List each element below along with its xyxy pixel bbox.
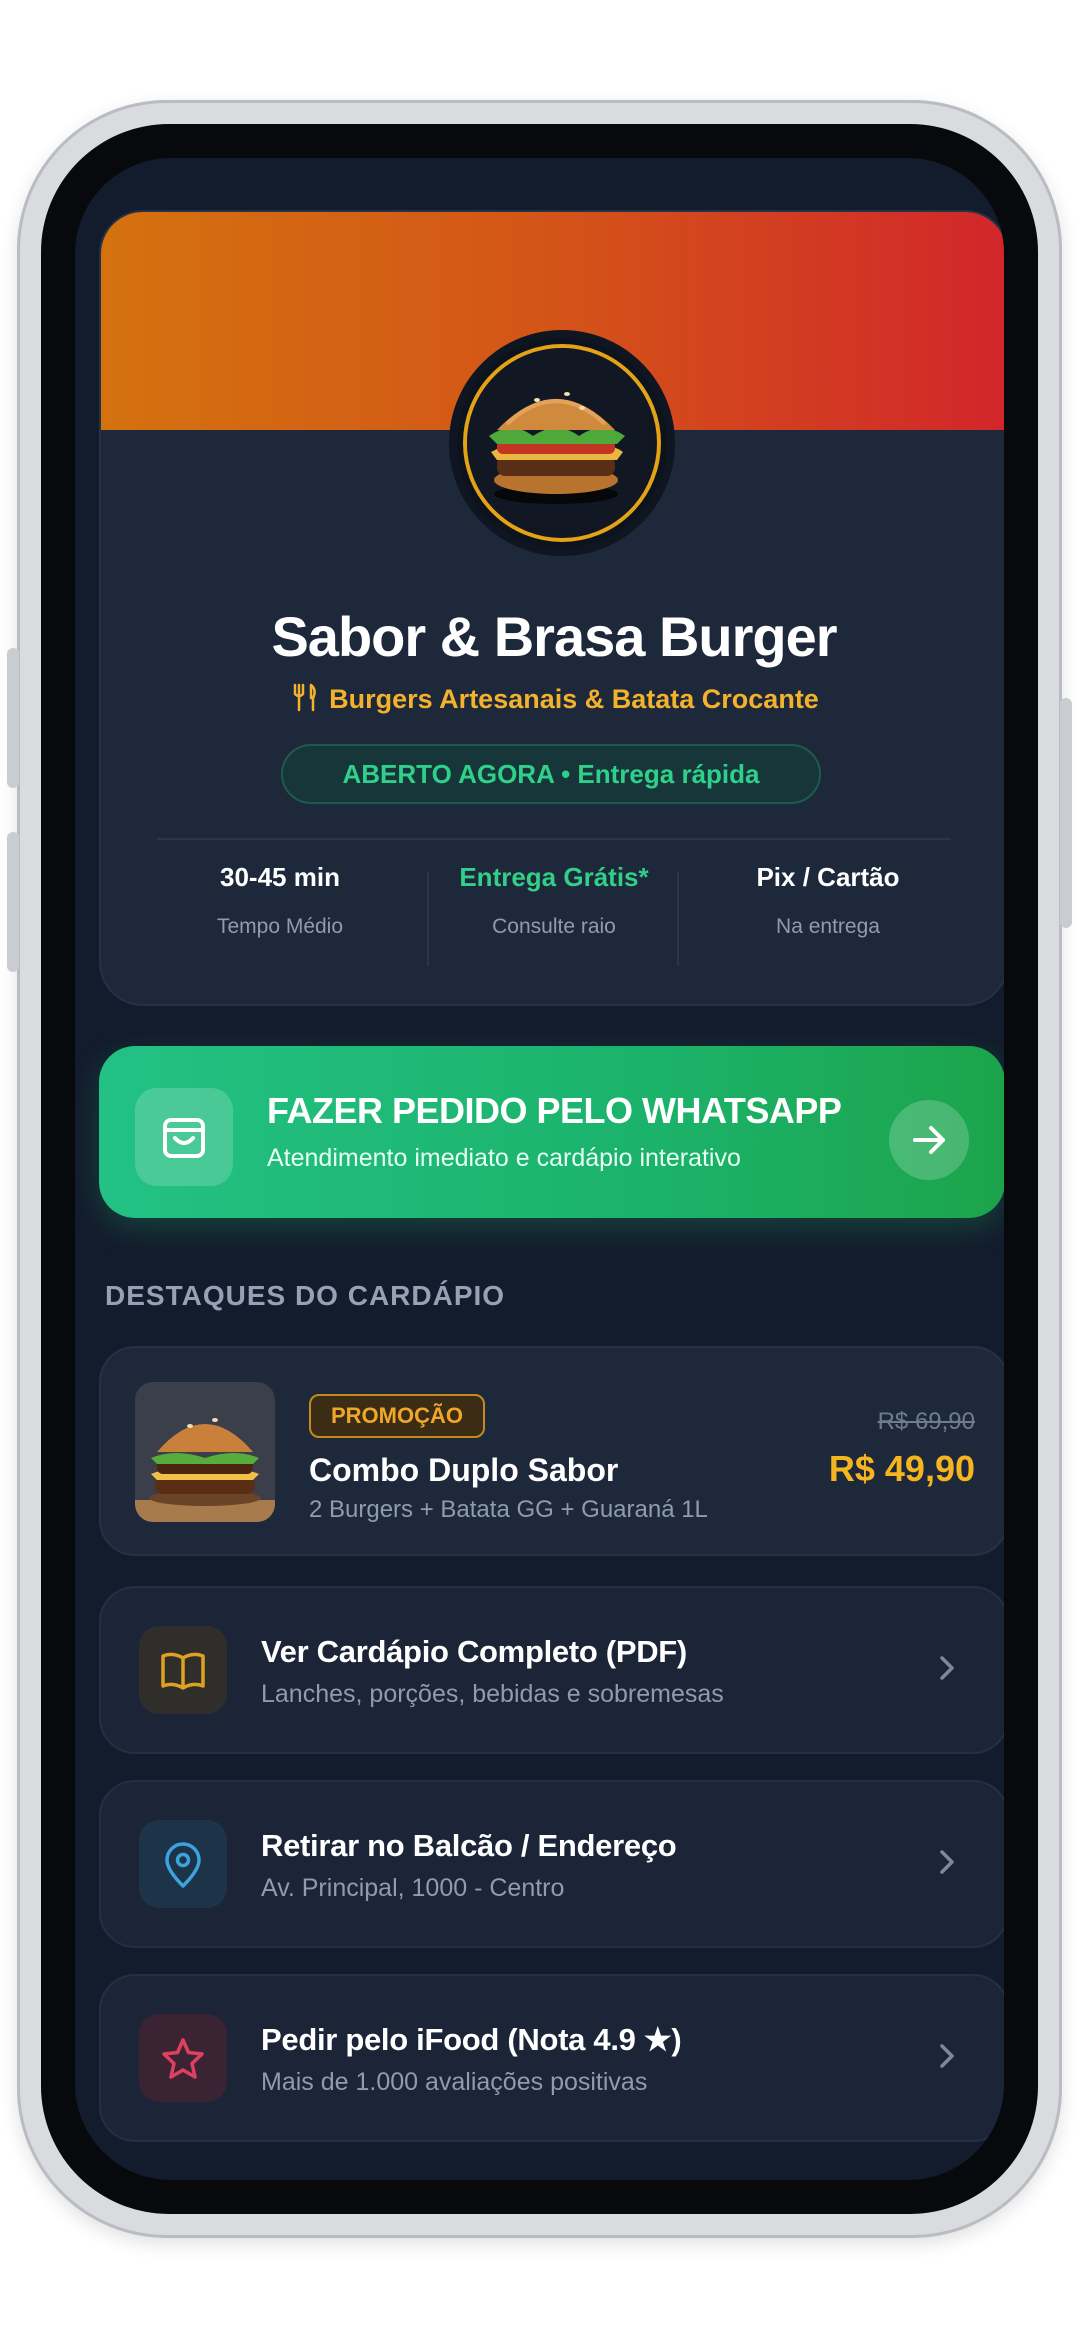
- stat-label: Consulte raio: [492, 915, 616, 938]
- phone-frame: Sabor & Brasa Burger Burgers Artesanais …: [7, 100, 1072, 2238]
- link-subtitle: Mais de 1.000 avaliações positivas: [261, 2068, 648, 2096]
- cta-title: FAZER PEDIDO PELO WHATSAPP: [267, 1090, 842, 1131]
- menu-pdf-link[interactable]: Ver Cardápio Completo (PDF) Lanches, por…: [99, 1586, 1004, 1754]
- stat-free-delivery: Entrega Grátis* Consulte raio: [429, 862, 679, 939]
- stat-label: Na entrega: [776, 915, 880, 938]
- star-icon: [139, 2014, 227, 2102]
- stat-value: 30-45 min: [220, 862, 340, 892]
- ifood-order-link[interactable]: Pedir pelo iFood (Nota 4.9 ★) Mais de 1.…: [99, 1974, 1004, 2142]
- stat-payment: Pix / Cartão Na entrega: [703, 862, 953, 939]
- link-title: Retirar no Balcão / Endereço: [261, 1828, 677, 1863]
- avatar-ring: [463, 344, 661, 542]
- stat-value: Entrega Grátis*: [459, 862, 649, 892]
- promo-title: Combo Duplo Sabor: [309, 1452, 619, 1488]
- cutlery-icon: [289, 682, 319, 719]
- stat-separator: [677, 872, 679, 966]
- promo-description: 2 Burgers + Batata GG + Guaraná 1L: [309, 1496, 708, 1523]
- cta-subtitle: Atendimento imediato e cardápio interati…: [267, 1144, 741, 1172]
- phone-bezel: Sabor & Brasa Burger Burgers Artesanais …: [41, 124, 1038, 2214]
- chevron-right-icon: [927, 1842, 967, 1882]
- map-pin-icon: [139, 1820, 227, 1908]
- promo-item-card[interactable]: PROMOÇÃO Combo Duplo Sabor 2 Burgers + B…: [99, 1346, 1004, 1556]
- restaurant-name: Sabor & Brasa Burger: [271, 605, 837, 668]
- restaurant-tagline: Burgers Artesanais & Batata Crocante: [101, 682, 1004, 719]
- arrow-right-icon: [889, 1100, 969, 1180]
- section-title-highlights: DESTAQUES DO CARDÁPIO: [105, 1280, 506, 1311]
- link-title: Pedir pelo iFood (Nota 4.9 ★): [261, 2022, 682, 2057]
- status-badge: ABERTO AGORA • Entrega rápida: [281, 744, 821, 804]
- pickup-address-link[interactable]: Retirar no Balcão / Endereço Av. Princip…: [99, 1780, 1004, 1948]
- link-subtitle: Av. Principal, 1000 - Centro: [261, 1874, 565, 1902]
- chevron-right-icon: [927, 2036, 967, 2076]
- tagline-text: Burgers Artesanais & Batata Crocante: [329, 684, 819, 714]
- promo-price: R$ 49,90: [828, 1448, 975, 1489]
- promo-burger-image: [135, 1382, 275, 1522]
- link-subtitle: Lanches, porções, bebidas e sobremesas: [261, 1680, 724, 1708]
- link-title: Ver Cardápio Completo (PDF): [261, 1634, 687, 1669]
- whatsapp-order-button[interactable]: FAZER PEDIDO PELO WHATSAPP Atendimento i…: [99, 1046, 1004, 1218]
- restaurant-avatar: [449, 330, 675, 556]
- power-button: [1060, 698, 1072, 928]
- shopping-bag-icon: [135, 1088, 233, 1186]
- volume-up-button: [7, 648, 19, 788]
- book-icon: [139, 1626, 227, 1714]
- stat-delivery-time: 30-45 min Tempo Médio: [155, 862, 405, 939]
- chevron-right-icon: [927, 1648, 967, 1688]
- stats-divider: [157, 838, 951, 840]
- volume-down-button: [7, 832, 19, 972]
- stat-label: Tempo Médio: [216, 915, 344, 938]
- promo-badge: PROMOÇÃO: [309, 1394, 485, 1438]
- old-price: R$ 69,90: [877, 1408, 975, 1435]
- profile-card: Sabor & Brasa Burger Burgers Artesanais …: [99, 210, 1004, 1006]
- stat-value: Pix / Cartão: [756, 862, 900, 892]
- burger-image: [467, 348, 645, 526]
- phone-screen: Sabor & Brasa Burger Burgers Artesanais …: [75, 158, 1004, 2180]
